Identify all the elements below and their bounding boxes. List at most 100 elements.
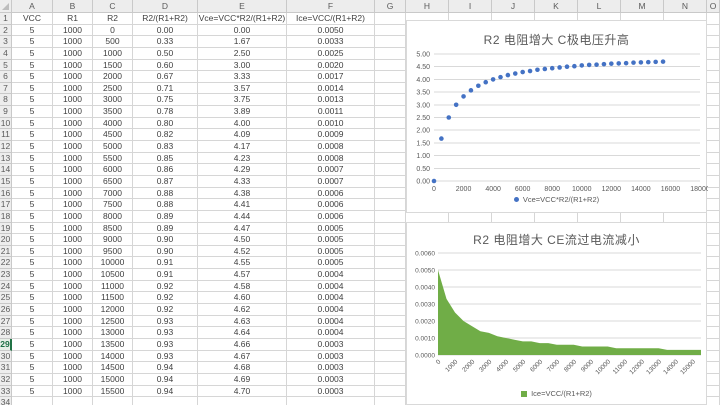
cell-O22[interactable]	[707, 257, 720, 269]
cell-E17[interactable]: 4.41	[198, 199, 287, 211]
cell-A7[interactable]: 5	[12, 83, 53, 95]
cell-O10[interactable]	[707, 118, 720, 130]
row-header-32[interactable]: 32	[0, 374, 12, 386]
cell-C5[interactable]: 1500	[93, 60, 133, 72]
cell-B3[interactable]: 1000	[53, 36, 93, 48]
cell-F25[interactable]: 0.0004	[287, 292, 375, 304]
cell-A24[interactable]: 5	[12, 281, 53, 293]
cell-G15[interactable]	[375, 176, 406, 188]
cell-B15[interactable]: 1000	[53, 176, 93, 188]
cell-C30[interactable]: 14000	[93, 351, 133, 363]
cell-E13[interactable]: 4.23	[198, 153, 287, 165]
column-header-F[interactable]: F	[287, 0, 375, 13]
cell-E18[interactable]: 4.44	[198, 211, 287, 223]
cell-B29[interactable]: 1000	[53, 339, 93, 351]
cell-O17[interactable]	[707, 199, 720, 211]
column-header-K[interactable]: K	[535, 0, 578, 13]
cell-F22[interactable]: 0.0005	[287, 257, 375, 269]
cell-O20[interactable]	[707, 234, 720, 246]
cell-C33[interactable]: 15500	[93, 386, 133, 398]
cell-E10[interactable]: 4.00	[198, 118, 287, 130]
cell-E32[interactable]: 4.69	[198, 374, 287, 386]
cell-E30[interactable]: 4.67	[198, 351, 287, 363]
cell-A4[interactable]: 5	[12, 48, 53, 60]
cell-C9[interactable]: 3500	[93, 106, 133, 118]
row-header-33[interactable]: 33	[0, 386, 12, 398]
cell-C13[interactable]: 5500	[93, 153, 133, 165]
cell-A6[interactable]: 5	[12, 71, 53, 83]
cell-C7[interactable]: 2500	[93, 83, 133, 95]
row-header-14[interactable]: 14	[0, 164, 12, 176]
cell-A33[interactable]: 5	[12, 386, 53, 398]
cell-G30[interactable]	[375, 351, 406, 363]
cell-F3[interactable]: 0.0033	[287, 36, 375, 48]
cell-D7[interactable]: 0.71	[133, 83, 198, 95]
column-header-C[interactable]: C	[93, 0, 133, 13]
cell-O29[interactable]	[707, 339, 720, 351]
cell-G8[interactable]	[375, 94, 406, 106]
cell-D26[interactable]: 0.92	[133, 304, 198, 316]
cell-O32[interactable]	[707, 374, 720, 386]
cell-B22[interactable]: 1000	[53, 257, 93, 269]
cell-F27[interactable]: 0.0004	[287, 316, 375, 328]
cell-D15[interactable]: 0.87	[133, 176, 198, 188]
cell-B2[interactable]: 1000	[53, 25, 93, 37]
cell-A12[interactable]: 5	[12, 141, 53, 153]
cell-C14[interactable]: 6000	[93, 164, 133, 176]
cell-D14[interactable]: 0.86	[133, 164, 198, 176]
cell-O2[interactable]	[707, 25, 720, 37]
cell-O13[interactable]	[707, 153, 720, 165]
cell-C4[interactable]: 1000	[93, 48, 133, 60]
cell-F2[interactable]: 0.0050	[287, 25, 375, 37]
row-header-19[interactable]: 19	[0, 223, 12, 235]
cell-O24[interactable]	[707, 281, 720, 293]
column-header-J[interactable]: J	[492, 0, 535, 13]
cell-G24[interactable]	[375, 281, 406, 293]
cell-O34[interactable]	[707, 397, 720, 405]
cell-O3[interactable]	[707, 36, 720, 48]
cell-D28[interactable]: 0.93	[133, 327, 198, 339]
cell-D16[interactable]: 0.88	[133, 188, 198, 200]
cell-C6[interactable]: 2000	[93, 71, 133, 83]
column-header-M[interactable]: M	[621, 0, 664, 13]
cell-A9[interactable]: 5	[12, 106, 53, 118]
cell-A17[interactable]: 5	[12, 199, 53, 211]
row-header-13[interactable]: 13	[0, 153, 12, 165]
cell-A13[interactable]: 5	[12, 153, 53, 165]
cell-E28[interactable]: 4.64	[198, 327, 287, 339]
cell-F12[interactable]: 0.0008	[287, 141, 375, 153]
cell-G11[interactable]	[375, 129, 406, 141]
cell-D9[interactable]: 0.78	[133, 106, 198, 118]
cell-E16[interactable]: 4.38	[198, 188, 287, 200]
cell-O4[interactable]	[707, 48, 720, 60]
cell-O14[interactable]	[707, 164, 720, 176]
row-header-6[interactable]: 6	[0, 71, 12, 83]
cell-A27[interactable]: 5	[12, 316, 53, 328]
cell-O23[interactable]	[707, 269, 720, 281]
cell-C15[interactable]: 6500	[93, 176, 133, 188]
cell-A8[interactable]: 5	[12, 94, 53, 106]
cell-G20[interactable]	[375, 234, 406, 246]
cell-G28[interactable]	[375, 327, 406, 339]
cell-A15[interactable]: 5	[12, 176, 53, 188]
cell-C20[interactable]: 9000	[93, 234, 133, 246]
cell-D18[interactable]: 0.89	[133, 211, 198, 223]
cell-A28[interactable]: 5	[12, 327, 53, 339]
cell-F31[interactable]: 0.0003	[287, 362, 375, 374]
row-header-4[interactable]: 4	[0, 48, 12, 60]
row-header-8[interactable]: 8	[0, 94, 12, 106]
cell-C12[interactable]: 5000	[93, 141, 133, 153]
cell-E19[interactable]: 4.47	[198, 223, 287, 235]
cell-O5[interactable]	[707, 60, 720, 72]
cell-C24[interactable]: 11000	[93, 281, 133, 293]
cell-D29[interactable]: 0.93	[133, 339, 198, 351]
cell-G23[interactable]	[375, 269, 406, 281]
cell-G25[interactable]	[375, 292, 406, 304]
cell-B10[interactable]: 1000	[53, 118, 93, 130]
cell-O18[interactable]	[707, 211, 720, 223]
cell-G21[interactable]	[375, 246, 406, 258]
cell-C17[interactable]: 7500	[93, 199, 133, 211]
cell-A23[interactable]: 5	[12, 269, 53, 281]
row-header-31[interactable]: 31	[0, 362, 12, 374]
cell-B13[interactable]: 1000	[53, 153, 93, 165]
